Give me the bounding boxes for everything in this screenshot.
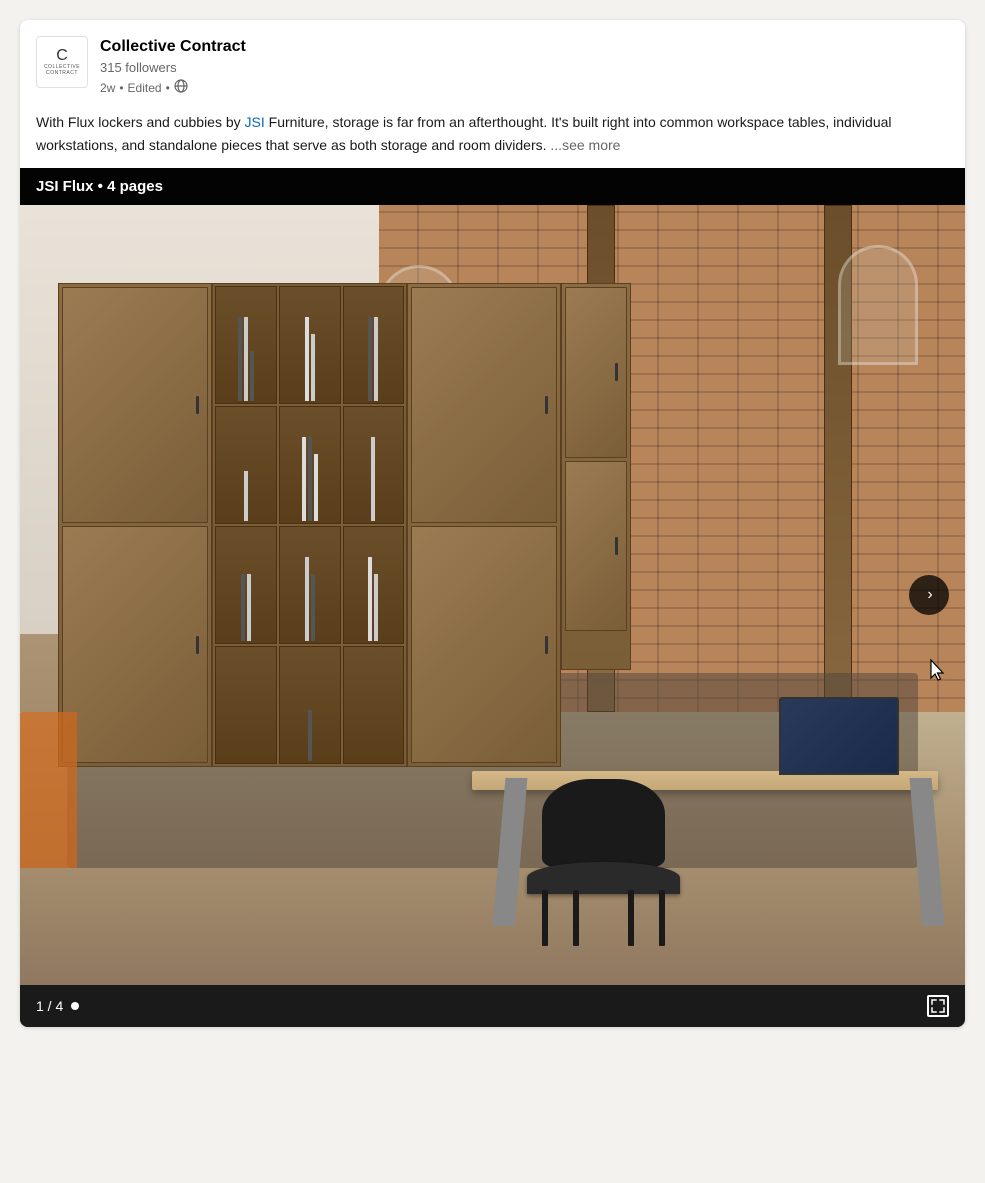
laptop [779,697,900,775]
globe-icon [174,79,188,98]
page-label: 1 / 4 [36,998,63,1014]
post-text: With Flux lockers and cubbies by JSI Fur… [36,111,949,156]
shelf-cell-2 [279,286,341,404]
chair-back [542,779,665,867]
post-edited: Edited [128,80,162,97]
meta-separator1: • [119,80,123,97]
chair-leg-3 [628,890,634,946]
laptop-screen [781,699,898,773]
book-1 [238,317,242,401]
locker-door-3 [411,287,557,523]
post-meta: 2w • Edited • [100,79,246,98]
shelf-cell-3 [343,286,405,404]
shelf-cell-5 [279,406,341,524]
meta-separator2: • [166,80,170,97]
shelf-cell-7 [215,526,277,644]
book-11 [314,454,318,521]
see-more-link[interactable]: ...see more [550,137,620,153]
logo-letter: C [56,48,68,64]
locker-left [58,283,212,767]
locker-handle-1 [196,396,199,414]
shelf-cell-9 [343,526,405,644]
book-9 [302,437,306,521]
table-leg-left [493,778,528,926]
chair-front [527,771,680,947]
locker-door-1 [62,287,208,523]
book-16 [311,574,315,641]
text-before-link: With Flux lockers and cubbies by [36,114,245,130]
locker-door-5 [565,287,627,457]
shelf-cell-4 [215,406,277,524]
book-13 [241,574,245,641]
shelf-cell-8 [279,526,341,644]
fullscreen-icon [931,999,945,1013]
cursor-icon [927,658,951,682]
shelf-cell-10 [215,646,277,764]
shelf-cell-6 [343,406,405,524]
post-header: C COLLECTIVECONTRACT Collective Contract… [20,20,965,107]
company-logo: C COLLECTIVECONTRACT [36,36,88,88]
book-19 [308,710,312,760]
locker-handle-2 [196,636,199,654]
followers-count: 315 followers [100,59,246,77]
chair-leg-1 [542,890,548,946]
chair-leg-2 [573,890,579,946]
next-arrow-icon: › [927,586,932,604]
locker-handle-3 [545,396,548,414]
book-3 [250,351,254,401]
post-body: With Flux lockers and cubbies by JSI Fur… [20,107,965,168]
book-6 [368,317,372,401]
progress-indicator [71,1002,79,1010]
doc-title-bar: JSI Flux • 4 pages [20,168,965,205]
shelf-cell-11 [279,646,341,764]
book-15 [305,557,309,641]
book-17 [368,557,372,641]
orange-chair [20,712,77,868]
shelf-section [212,283,408,767]
locker-handle-6 [615,537,618,555]
post-time: 2w [100,80,115,97]
avatar[interactable]: C COLLECTIVECONTRACT [36,36,88,88]
book-8 [244,471,248,521]
book-5 [311,334,315,401]
shelf-cell-1 [215,286,277,404]
header-info: Collective Contract 315 followers 2w • E… [100,36,246,97]
book-2 [244,317,248,401]
document-preview: JSI Flux • 4 pages [20,168,965,1027]
locker-door-2 [62,526,208,762]
logo-text: COLLECTIVECONTRACT [44,64,80,76]
shelf-cell-12 [343,646,405,764]
book-4 [305,317,309,401]
next-slide-button[interactable]: › [909,575,949,615]
book-10 [308,437,312,521]
locker-handle-5 [615,363,618,381]
chair-seat [527,862,680,894]
fullscreen-button[interactable] [927,995,949,1017]
linkedin-post-card: C COLLECTIVECONTRACT Collective Contract… [20,20,965,1027]
chair-leg-4 [659,890,665,946]
page-counter: 1 / 4 [36,998,79,1014]
doc-image: › [20,205,965,985]
doc-title: JSI Flux • 4 pages [36,178,163,195]
company-name[interactable]: Collective Contract [100,36,246,58]
book-7 [374,317,378,401]
table-area [417,556,965,946]
window-right [838,245,918,365]
bottom-bar: 1 / 4 [20,985,965,1027]
book-18 [374,574,378,641]
book-14 [247,574,251,641]
book-12 [371,437,375,521]
table-leg-right [909,778,944,926]
furniture-scene: › [20,205,965,985]
jsi-link[interactable]: JSI [245,114,265,130]
